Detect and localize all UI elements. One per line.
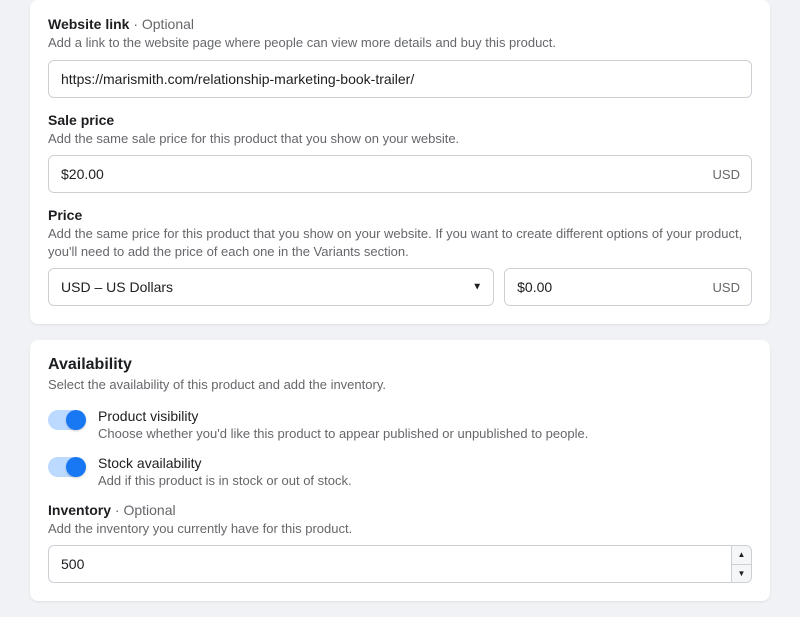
sale-price-label: Sale price [48, 112, 114, 128]
website-link-field: Website link · Optional Add a link to th… [48, 16, 752, 98]
inventory-field: Inventory · Optional Add the inventory y… [48, 502, 752, 584]
price-input[interactable] [504, 268, 752, 306]
product-visibility-row: Product visibility Choose whether you'd … [48, 408, 752, 441]
inventory-input-wrap: ▲ ▼ [48, 545, 752, 583]
website-link-label: Website link [48, 16, 129, 32]
toggle-knob [66, 410, 86, 430]
inventory-desc: Add the inventory you currently have for… [48, 520, 752, 538]
stock-availability-title: Stock availability [98, 455, 752, 471]
sale-price-label-row: Sale price [48, 112, 752, 128]
sale-price-field: Sale price Add the same sale price for t… [48, 112, 752, 194]
stock-availability-desc: Add if this product is in stock or out o… [98, 473, 752, 488]
availability-card: Availability Select the availability of … [30, 340, 770, 601]
website-link-optional: · Optional [129, 16, 194, 32]
currency-select[interactable] [48, 268, 494, 306]
sale-price-input-wrap: USD [48, 155, 752, 193]
website-link-input[interactable] [48, 60, 752, 98]
inventory-optional: · Optional [111, 502, 176, 518]
inventory-step-up[interactable]: ▲ [732, 546, 751, 565]
price-label-row: Price [48, 207, 752, 223]
stock-availability-toggle[interactable] [48, 457, 84, 477]
price-desc: Add the same price for this product that… [48, 225, 752, 260]
stock-availability-content: Stock availability Add if this product i… [98, 455, 752, 488]
stock-availability-row: Stock availability Add if this product i… [48, 455, 752, 488]
availability-title: Availability [48, 356, 752, 374]
inventory-label: Inventory [48, 502, 111, 518]
product-visibility-toggle[interactable] [48, 410, 84, 430]
price-input-wrap: USD [504, 268, 752, 306]
inventory-label-row: Inventory · Optional [48, 502, 752, 518]
availability-desc: Select the availability of this product … [48, 376, 752, 394]
currency-select-wrap: ▼ [48, 268, 494, 306]
website-link-desc: Add a link to the website page where peo… [48, 34, 752, 52]
sale-price-input[interactable] [48, 155, 752, 193]
product-visibility-content: Product visibility Choose whether you'd … [98, 408, 752, 441]
product-details-card: Website link · Optional Add a link to th… [30, 0, 770, 324]
price-field: Price Add the same price for this produc… [48, 207, 752, 306]
website-link-label-row: Website link · Optional [48, 16, 752, 32]
inventory-input[interactable] [48, 545, 752, 583]
price-label: Price [48, 207, 82, 223]
sale-price-desc: Add the same sale price for this product… [48, 130, 752, 148]
toggle-knob [66, 457, 86, 477]
price-row: ▼ USD [48, 268, 752, 306]
inventory-step-down[interactable]: ▼ [732, 565, 751, 583]
inventory-stepper: ▲ ▼ [731, 546, 751, 582]
product-visibility-desc: Choose whether you'd like this product t… [98, 426, 752, 441]
product-visibility-title: Product visibility [98, 408, 752, 424]
